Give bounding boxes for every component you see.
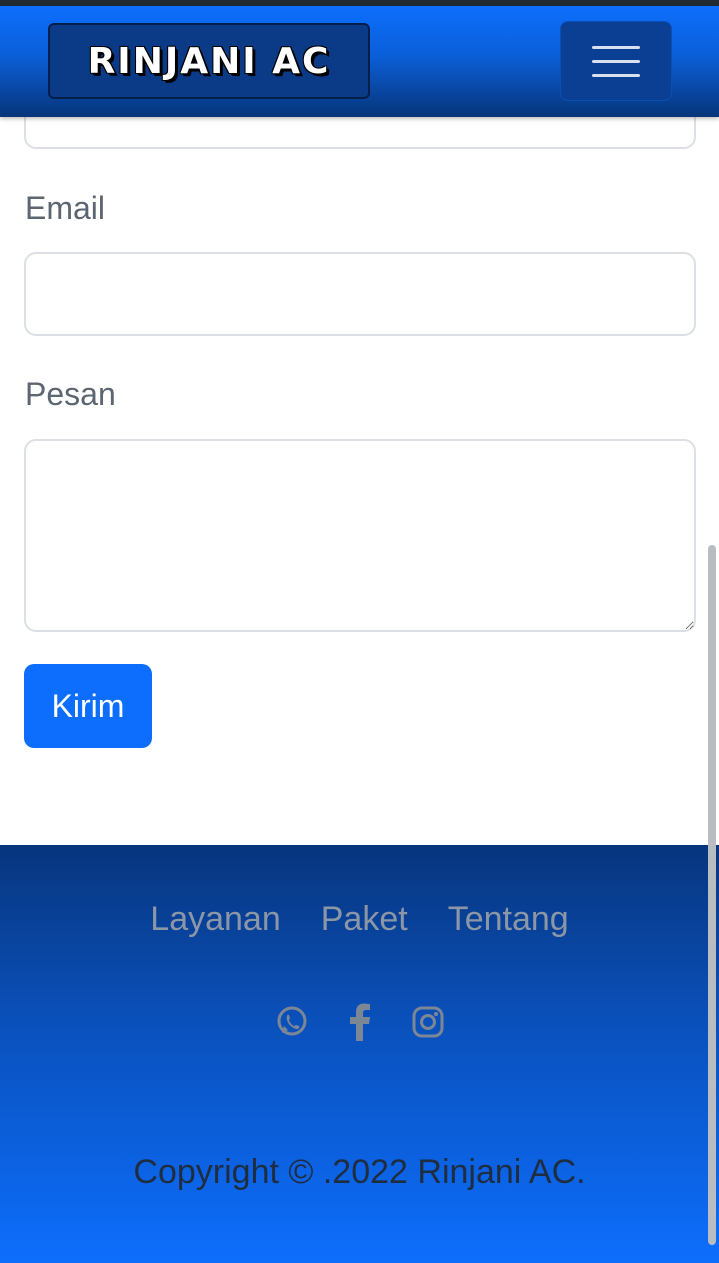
facebook-icon[interactable]: [343, 1002, 377, 1042]
footer-link-tentang[interactable]: Tentang: [448, 900, 569, 939]
menu-toggle-button[interactable]: [560, 21, 672, 101]
brand-logo[interactable]: RINJANI AC: [48, 23, 370, 99]
footer-link-paket[interactable]: Paket: [321, 900, 408, 939]
kirim-button[interactable]: Kirim: [24, 664, 152, 748]
hamburger-menu-icon-line: [592, 73, 640, 77]
instagram-icon[interactable]: [411, 1002, 445, 1042]
social-links: [0, 1002, 719, 1042]
scrollbar[interactable]: [708, 545, 716, 1245]
copyright-text: Copyright © .2022 Rinjani AC.: [133, 1153, 586, 1191]
hamburger-menu-icon: [592, 45, 640, 49]
brand-text: RINJANI AC: [87, 40, 331, 82]
footer: Layanan Paket Tentang Copyright © .2022 …: [0, 845, 719, 1263]
footer-link-layanan[interactable]: Layanan: [150, 900, 280, 939]
whatsapp-icon[interactable]: [275, 1002, 309, 1042]
email-label: Email: [25, 190, 106, 226]
email-field[interactable]: [24, 252, 696, 336]
footer-links: Layanan Paket Tentang: [0, 900, 719, 939]
pesan-label: Pesan: [25, 376, 116, 412]
pesan-textarea[interactable]: [24, 439, 696, 632]
hamburger-menu-icon-line: [592, 59, 640, 63]
navbar: RINJANI AC: [0, 6, 719, 117]
